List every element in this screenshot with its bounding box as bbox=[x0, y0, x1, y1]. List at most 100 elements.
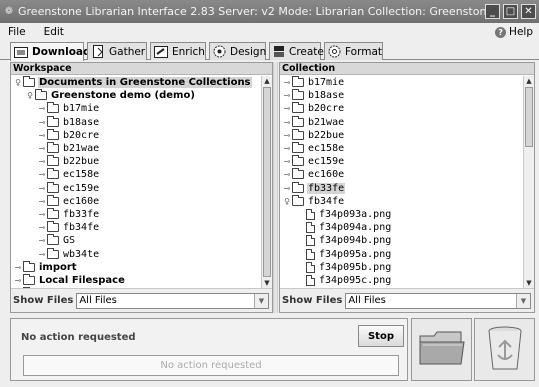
tree-collapsed-icon[interactable]: ⊸ bbox=[37, 104, 47, 113]
item-label: b18ase bbox=[308, 90, 345, 102]
new-folder-button[interactable] bbox=[411, 318, 472, 381]
tree-collapsed-icon[interactable]: ⊸ bbox=[37, 210, 47, 219]
folder-item[interactable]: ⊸ ec159e bbox=[282, 155, 345, 168]
folder-icon bbox=[47, 168, 59, 180]
chevron-down-icon[interactable]: ▼ bbox=[254, 293, 268, 308]
folder-item[interactable]: ⊸ b20cre bbox=[282, 102, 345, 115]
collection-file-filter-select[interactable]: All Files ▼ bbox=[345, 292, 531, 309]
folder-item[interactable]: ⊸ ec158e bbox=[282, 142, 345, 155]
scroll-thumb[interactable] bbox=[263, 87, 271, 277]
tab-enrich[interactable]: Enrich bbox=[150, 42, 206, 60]
tree-collapsed-icon[interactable]: ⊸ bbox=[37, 236, 47, 245]
folder-item[interactable]: ⊸ b21wae bbox=[37, 142, 100, 155]
tree-expanded-icon[interactable]: ♀ bbox=[282, 197, 292, 206]
folder-item[interactable]: ⊸ b21wae bbox=[282, 115, 345, 129]
workspace-file-filter-select[interactable]: All Files ▼ bbox=[76, 292, 269, 309]
workspace-scrollbar[interactable]: ▲ ▼ bbox=[261, 76, 272, 288]
delete-button[interactable] bbox=[474, 318, 535, 381]
menu-file[interactable]: File bbox=[8, 26, 26, 38]
split-pane-divider[interactable] bbox=[273, 62, 278, 313]
tree-collapsed-icon[interactable]: ⊸ bbox=[282, 157, 292, 166]
workspace-tree[interactable]: ♀ Documents in Greenstone Collections ♀ Gre… bbox=[11, 75, 272, 294]
tree-collapsed-icon[interactable]: ⊸ bbox=[13, 276, 23, 285]
tree-collapsed-icon[interactable]: ⊸ bbox=[37, 157, 47, 166]
tree-collapsed-icon[interactable]: ⊸ bbox=[282, 118, 292, 127]
file-item[interactable]: f34p094b.png bbox=[296, 234, 392, 247]
folder-item[interactable]: ⊸ ec160e bbox=[282, 168, 345, 181]
tree-collapsed-icon[interactable]: ⊸ bbox=[37, 118, 47, 127]
tree-collapsed-icon[interactable]: ⊸ bbox=[37, 170, 47, 179]
tab-create[interactable]: Create bbox=[269, 42, 324, 60]
folder-item[interactable]: ⊸ Local Filespace bbox=[13, 274, 126, 287]
scroll-down-icon[interactable]: ▼ bbox=[524, 278, 534, 288]
tree-collapsed-icon[interactable]: ⊸ bbox=[37, 223, 47, 232]
tree-collapsed-icon[interactable]: ⊸ bbox=[282, 184, 292, 193]
folder-item[interactable]: ⊸ b18ase bbox=[37, 115, 100, 129]
folder-icon bbox=[292, 102, 304, 114]
minimize-button[interactable]: _ bbox=[485, 4, 500, 19]
menu-help[interactable]: ? Help bbox=[495, 26, 533, 38]
file-icon bbox=[306, 248, 315, 260]
tree-collapsed-icon[interactable]: ⊸ bbox=[282, 78, 292, 87]
folder-item[interactable]: ⊸ b18ase bbox=[282, 89, 345, 102]
maximize-button[interactable]: □ bbox=[503, 4, 518, 19]
tree-collapsed-icon[interactable]: ⊸ bbox=[282, 170, 292, 179]
tab-format[interactable]: Format bbox=[324, 42, 383, 60]
folder-icon bbox=[292, 142, 304, 153]
tree-collapsed-icon[interactable]: ⊸ bbox=[37, 144, 47, 153]
folder-item[interactable]: ♀ Greenstone demo (demo) bbox=[25, 89, 196, 102]
scroll-down-icon[interactable]: ▼ bbox=[262, 278, 272, 288]
file-icon bbox=[306, 209, 315, 220]
file-item[interactable]: f34p093a.png bbox=[296, 208, 392, 221]
folder-item[interactable]: ⊸ ec158e bbox=[37, 168, 100, 181]
file-item[interactable]: f34p095b.png bbox=[296, 261, 392, 274]
folder-item[interactable]: ⊸ b17mie bbox=[37, 102, 100, 115]
tree-collapsed-icon[interactable]: ⊸ bbox=[37, 131, 47, 140]
file-item[interactable]: f34p094a.png bbox=[296, 221, 392, 234]
tree-collapsed-icon[interactable]: ⊸ bbox=[13, 263, 23, 272]
tab-download[interactable]: Download bbox=[10, 42, 91, 61]
tree-collapsed-icon[interactable]: ⊸ bbox=[37, 184, 47, 193]
chevron-down-icon[interactable]: ▼ bbox=[516, 293, 530, 308]
tree-expanded-icon[interactable]: ♀ bbox=[25, 91, 35, 100]
folder-item[interactable]: ♀ fb34fe bbox=[282, 194, 345, 208]
stop-button[interactable]: Stop bbox=[358, 325, 404, 347]
collection-panel: Collection ⊸ b17mie ⊸ b18ase ⊸ b20cre ⊸ b21wae ⊸… bbox=[279, 62, 535, 313]
menu-edit[interactable]: Edit bbox=[44, 26, 64, 38]
file-item[interactable]: f34p095a.png bbox=[296, 248, 392, 261]
folder-icon bbox=[47, 142, 59, 153]
tree-collapsed-icon[interactable]: ⊸ bbox=[282, 91, 292, 100]
item-label: b22bue bbox=[308, 129, 345, 141]
tree-collapsed-icon[interactable]: ⊸ bbox=[282, 144, 292, 153]
scroll-up-icon[interactable]: ▲ bbox=[524, 76, 534, 86]
folder-item[interactable]: ♀ Documents in Greenstone Collections bbox=[13, 76, 252, 89]
tree-collapsed-icon[interactable]: ⊸ bbox=[37, 197, 47, 206]
folder-item[interactable]: ⊸ ec160e bbox=[37, 194, 100, 208]
tree-collapsed-icon[interactable]: ⊸ bbox=[282, 104, 292, 113]
folder-item[interactable]: ⊸ b20cre bbox=[37, 128, 100, 142]
scroll-thumb[interactable] bbox=[525, 87, 533, 147]
folder-item[interactable]: ⊸ GS bbox=[37, 234, 76, 247]
folder-item[interactable]: ⊸ import bbox=[13, 260, 78, 274]
file-icon bbox=[306, 275, 315, 286]
folder-item[interactable]: ⊸ fb34fe bbox=[37, 221, 100, 234]
collection-tree[interactable]: ⊸ b17mie ⊸ b18ase ⊸ b20cre ⊸ b21wae ⊸ b22bue ⊸ ec15… bbox=[280, 75, 534, 294]
folder-item[interactable]: ⊸ fb33fe bbox=[282, 181, 346, 195]
folder-item[interactable]: ⊸ b22bue bbox=[37, 155, 100, 168]
tab-design[interactable]: Design bbox=[209, 42, 266, 60]
tab-bar: Download Gather Enrich Design Create For… bbox=[0, 41, 539, 61]
folder-item[interactable]: ⊸ ec159e bbox=[37, 181, 100, 195]
tree-expanded-icon[interactable]: ♀ bbox=[13, 78, 23, 87]
folder-item[interactable]: ⊸ fb33fe bbox=[37, 208, 100, 221]
format-icon bbox=[328, 45, 341, 58]
folder-item[interactable]: ⊸ wb34te bbox=[37, 247, 100, 261]
tree-collapsed-icon[interactable]: ⊸ bbox=[37, 250, 47, 259]
folder-item[interactable]: ⊸ b17mie bbox=[282, 76, 345, 89]
folder-item[interactable]: ⊸ b22bue bbox=[282, 128, 345, 142]
tree-collapsed-icon[interactable]: ⊸ bbox=[282, 131, 292, 140]
scroll-up-icon[interactable]: ▲ bbox=[262, 76, 272, 86]
file-item[interactable]: f34p095c.png bbox=[296, 274, 392, 287]
close-button[interactable]: ✕ bbox=[521, 4, 536, 19]
tab-gather[interactable]: Gather bbox=[87, 42, 147, 60]
collection-scrollbar[interactable]: ▲ ▼ bbox=[523, 76, 534, 288]
